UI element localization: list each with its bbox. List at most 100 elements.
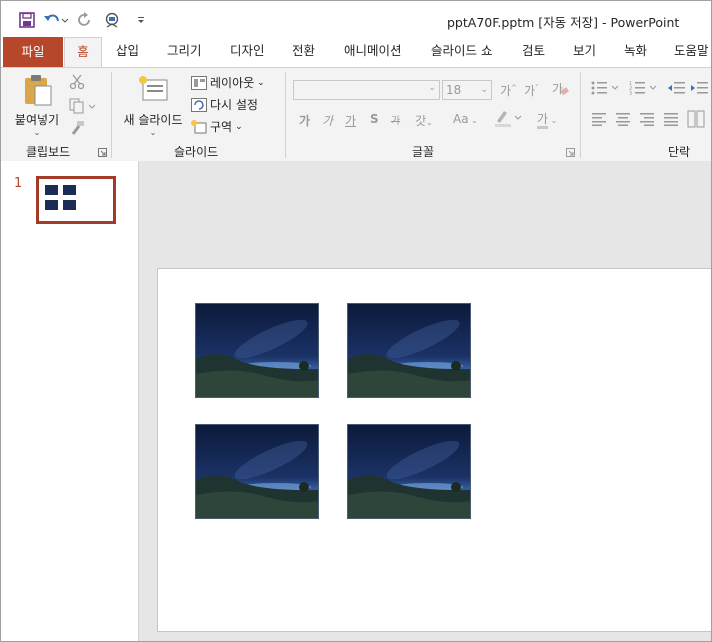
thumbnail-image	[63, 185, 76, 195]
chevron-down-icon: ⌄	[480, 85, 488, 95]
window-title: pptA70F.pptm [자동 저장] - PowerPoint	[447, 15, 680, 30]
chevron-down-icon: ⌄	[33, 128, 41, 137]
highlighter-icon	[495, 111, 522, 127]
chevron-down-icon: ⌄	[548, 116, 558, 125]
tab-transitions[interactable]: 전환	[292, 37, 315, 66]
section-button[interactable]: 구역 ⌄	[191, 118, 243, 135]
night-sky-image[interactable]	[195, 303, 319, 398]
paste-button[interactable]: 붙여넣기 ⌄	[11, 74, 63, 137]
bullets-button[interactable]	[591, 80, 621, 99]
chevron-down-icon: ⌄	[235, 121, 243, 132]
chevron-down-icon: ⌄	[428, 83, 436, 93]
copy-icon[interactable]	[69, 98, 97, 117]
strikethrough-button[interactable]: 가	[391, 112, 400, 127]
bold-button[interactable]: 가	[299, 112, 310, 129]
redo-icon[interactable]	[73, 9, 97, 31]
new-slide-label: 새 슬라이드	[123, 113, 183, 127]
numbering-button[interactable]: 123	[629, 80, 659, 99]
reset-label: 다시 설정	[210, 98, 258, 112]
change-case-button[interactable]: Aa ⌄	[453, 112, 478, 126]
ribbon-separator	[580, 72, 581, 158]
tab-insert[interactable]: 삽입	[116, 37, 139, 66]
chevron-down-icon: ⌄	[426, 118, 433, 127]
font-color-button[interactable]: 가 ⌄	[537, 110, 558, 129]
tab-slideshow[interactable]: 슬라이드 쇼	[431, 37, 492, 66]
font-group-label: 글꼴	[412, 145, 435, 159]
clear-formatting-icon[interactable]: 가	[551, 80, 569, 101]
numbering-icon: 123	[629, 81, 657, 97]
font-name-select[interactable]: ⌄	[293, 80, 440, 100]
align-left-icon[interactable]	[591, 112, 607, 129]
quick-access-toolbar	[15, 9, 153, 31]
undo-icon[interactable]	[41, 9, 71, 31]
svg-text:3: 3	[629, 91, 632, 96]
tab-record[interactable]: 녹화	[624, 37, 647, 66]
italic-button[interactable]: 가	[322, 112, 333, 129]
slide-number: 1	[14, 176, 23, 191]
dialog-launcher-icon[interactable]	[566, 146, 575, 160]
shadow-button[interactable]: S	[370, 112, 379, 126]
thumbnail-image	[45, 200, 58, 210]
svg-text:가: 가	[552, 82, 563, 96]
tab-file[interactable]: 파일	[3, 37, 63, 67]
format-painter-icon[interactable]	[69, 120, 85, 139]
reset-button[interactable]: 다시 설정	[191, 96, 258, 113]
layout-button[interactable]: 레이아웃 ⌄	[191, 74, 265, 91]
chevron-down-icon: ⌄	[149, 128, 157, 137]
ribbon-separator	[111, 72, 112, 158]
title-bar: pptA70F.pptm [자동 저장] - PowerPoint	[1, 1, 711, 37]
section-icon	[191, 119, 207, 133]
columns-icon[interactable]	[687, 110, 705, 131]
cut-icon[interactable]	[69, 74, 85, 93]
decrease-indent-icon[interactable]	[668, 80, 686, 99]
align-right-icon[interactable]	[639, 112, 655, 129]
shrink-font-label: 가	[524, 84, 536, 98]
slide-thumbnail[interactable]	[36, 176, 116, 224]
dialog-launcher-icon[interactable]	[98, 146, 107, 160]
grow-font-label: 가	[500, 84, 512, 98]
grow-font-button[interactable]: 가^	[500, 82, 517, 99]
tab-review[interactable]: 검토	[522, 37, 545, 66]
ribbon-home: 붙여넣기 ⌄ 클립보드 새 슬라이드 ⌄ 레이아웃 ⌄ 다시 설정 구역 ⌄ 슬…	[1, 67, 711, 162]
paste-icon	[25, 75, 52, 106]
customize-qat-icon[interactable]	[129, 9, 153, 31]
font-size-select[interactable]: 18 ⌄	[442, 80, 492, 100]
tab-home[interactable]: 홈	[64, 37, 102, 67]
slide-thumbnails-panel: 1	[1, 161, 139, 641]
align-center-icon[interactable]	[615, 112, 631, 129]
font-size-value: 18	[446, 83, 462, 97]
shrink-font-button[interactable]: 가˅	[524, 82, 539, 99]
paste-label: 붙여넣기	[14, 113, 60, 127]
slide-canvas[interactable]	[157, 268, 711, 632]
slide-editor-area	[139, 161, 711, 641]
character-spacing-button[interactable]: 갓⌄	[415, 112, 433, 129]
layout-label: 레이아웃	[210, 76, 255, 90]
reset-icon	[191, 97, 207, 112]
clipboard-group-label: 클립보드	[26, 145, 71, 159]
save-icon[interactable]	[15, 9, 39, 31]
underline-button[interactable]: 가	[345, 112, 356, 129]
tab-draw[interactable]: 그리기	[167, 37, 202, 66]
thumbnail-image	[45, 185, 58, 195]
night-sky-image[interactable]	[347, 424, 471, 519]
night-sky-image[interactable]	[195, 424, 319, 519]
tab-view[interactable]: 보기	[573, 37, 596, 66]
paragraph-group-label: 단락	[668, 145, 691, 159]
tab-animations[interactable]: 애니메이션	[344, 37, 402, 66]
night-sky-image[interactable]	[347, 303, 471, 398]
ribbon-tabs: 파일 홈 삽입 그리기 디자인 전환 애니메이션 슬라이드 쇼 검토 보기 녹화…	[1, 37, 711, 67]
present-from-start-icon[interactable]	[99, 9, 127, 31]
layout-icon	[191, 75, 207, 90]
justify-icon[interactable]	[663, 112, 679, 129]
section-label: 구역	[210, 120, 233, 134]
thumbnail-image	[63, 200, 76, 210]
ribbon-separator	[285, 72, 286, 158]
highlight-button[interactable]	[494, 108, 524, 131]
tab-design[interactable]: 디자인	[230, 37, 265, 66]
character-spacing-label: 갓	[415, 114, 427, 128]
increase-indent-icon[interactable]	[691, 80, 709, 99]
slides-group-label: 슬라이드	[174, 145, 219, 159]
chevron-down-icon: ⌄	[468, 116, 478, 125]
tab-help[interactable]: 도움말	[674, 37, 709, 66]
new-slide-button[interactable]: 새 슬라이드 ⌄	[118, 74, 188, 137]
